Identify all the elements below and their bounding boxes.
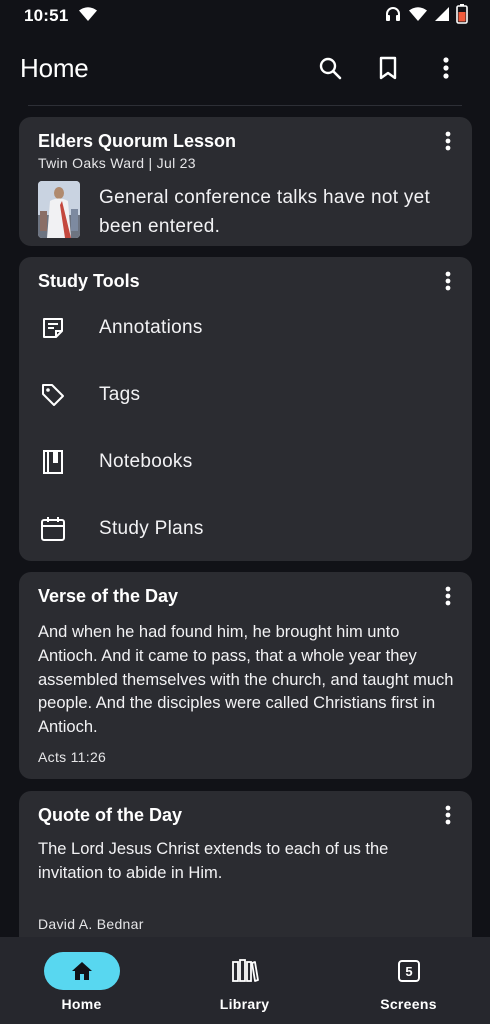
lesson-card[interactable]: Elders Quorum Lesson Twin Oaks Ward | Ju…	[19, 117, 472, 246]
verse-title: Verse of the Day	[38, 586, 179, 606]
nav-icon-container	[207, 952, 283, 990]
nav-active-indicator	[43, 952, 120, 990]
overflow-menu-button[interactable]	[422, 44, 470, 92]
verse-reference: Acts 11:26	[38, 749, 107, 765]
status-right	[384, 3, 468, 29]
nav-item-home[interactable]: Home	[0, 937, 163, 1024]
calendar-icon	[39, 515, 67, 543]
divider	[28, 105, 462, 106]
lesson-thumbnail-image	[38, 181, 80, 238]
verse-of-the-day-card[interactable]: Verse of the Day And when he had found h…	[19, 572, 472, 779]
home-icon	[71, 962, 92, 980]
signal-icon	[434, 6, 450, 27]
more-vert-icon	[445, 586, 451, 606]
annotation-icon	[39, 314, 67, 342]
search-icon	[319, 57, 342, 80]
nav-icon-container: 5	[371, 952, 447, 990]
study-tool-notebooks[interactable]: Notebooks	[19, 437, 472, 487]
status-time: 10:51	[24, 6, 69, 25]
library-icon	[231, 959, 259, 982]
nav-label: Home	[61, 996, 102, 1012]
nav-item-library[interactable]: Library	[163, 937, 326, 1024]
study-tools-title: Study Tools	[38, 271, 140, 291]
status-left: 10:51	[24, 6, 98, 27]
notification-icon	[78, 6, 98, 27]
nav-label: Library	[219, 996, 270, 1012]
more-vert-icon	[445, 805, 451, 825]
lesson-title: Elders Quorum Lesson	[38, 131, 237, 151]
study-tool-tags[interactable]: Tags	[19, 370, 472, 420]
quote-text: The Lord Jesus Christ extends to each of…	[38, 840, 389, 882]
study-tool-label: Notebooks	[99, 451, 193, 472]
study-tools-card: Study Tools Annotations Tags Notebooks S…	[19, 257, 472, 561]
search-button[interactable]	[306, 44, 354, 92]
lesson-card-menu-button[interactable]	[436, 129, 460, 153]
status-bar: 10:51	[0, 0, 490, 32]
more-vert-icon	[443, 57, 449, 79]
quote-author: David A. Bednar	[38, 916, 144, 932]
verse-text: And when he had found him, he brought hi…	[38, 623, 454, 737]
page-title: Home	[20, 52, 89, 83]
nav-item-screens[interactable]: 5 Screens	[327, 937, 490, 1024]
study-tool-label: Study Plans	[99, 518, 204, 539]
more-vert-icon	[445, 271, 451, 291]
screens-count: 5	[405, 964, 412, 979]
lesson-message: General conference talks have not yet be…	[99, 187, 431, 237]
nav-label: Screens	[380, 996, 437, 1012]
battery-icon	[456, 3, 468, 29]
bookmark-icon	[379, 56, 397, 80]
app-bar: Home	[0, 36, 490, 100]
bottom-navigation: Home Library 5 Screens	[0, 937, 490, 1024]
study-tool-label: Tags	[99, 384, 141, 405]
quote-of-the-day-card[interactable]: Quote of the Day The Lord Jesus Christ e…	[19, 791, 472, 951]
screens-icon: 5	[397, 960, 420, 982]
study-tools-menu-button[interactable]	[436, 269, 460, 293]
wifi-icon	[408, 6, 428, 27]
study-tool-label: Annotations	[99, 317, 203, 338]
notebook-icon	[39, 448, 67, 476]
quote-card-menu-button[interactable]	[436, 803, 460, 827]
study-tool-study-plans[interactable]: Study Plans	[19, 504, 472, 554]
tag-icon	[39, 381, 67, 409]
more-vert-icon	[445, 131, 451, 151]
lesson-subtitle: Twin Oaks Ward | Jul 23	[38, 155, 196, 171]
verse-card-menu-button[interactable]	[436, 584, 460, 608]
quote-title: Quote of the Day	[38, 805, 183, 825]
headset-icon	[384, 5, 402, 28]
app-actions	[306, 44, 470, 92]
bookmark-button[interactable]	[364, 44, 412, 92]
study-tool-annotations[interactable]: Annotations	[19, 303, 472, 353]
